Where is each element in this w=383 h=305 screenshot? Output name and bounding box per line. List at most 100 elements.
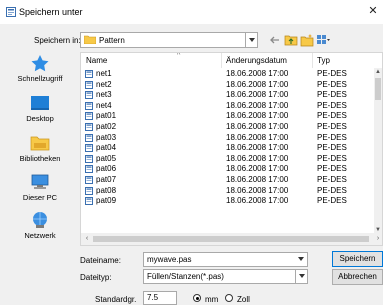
file-type: PE-DES bbox=[317, 111, 347, 121]
file-row[interactable]: pat06 18.06.2008 17:00 PE-DES bbox=[81, 164, 376, 175]
up-folder-icon[interactable] bbox=[284, 33, 298, 47]
pattern-file-icon bbox=[85, 197, 93, 206]
library-folder-icon bbox=[30, 134, 50, 152]
pattern-file-icon bbox=[85, 80, 93, 89]
file-name: pat02 bbox=[96, 121, 117, 131]
filename-value: mywave.pas bbox=[147, 255, 192, 264]
file-row[interactable]: pat03 18.06.2008 17:00 PE-DES bbox=[81, 133, 376, 144]
place-this-pc[interactable]: Dieser PC bbox=[2, 173, 78, 202]
place-label: Schnellzugriff bbox=[17, 74, 63, 83]
column-header-date[interactable]: Änderungsdatum bbox=[226, 56, 287, 65]
close-button[interactable]: ✕ bbox=[366, 4, 380, 18]
file-type: PE-DES bbox=[317, 164, 347, 174]
save-in-label: Speichern in: bbox=[34, 36, 81, 45]
file-name: pat03 bbox=[96, 132, 117, 142]
horizontal-scrollbar[interactable]: ‹ › bbox=[81, 233, 382, 245]
scroll-up-icon[interactable]: ▲ bbox=[374, 68, 382, 76]
file-row[interactable]: pat02 18.06.2008 17:00 PE-DES bbox=[81, 122, 376, 133]
place-network[interactable]: Netzwerk bbox=[2, 211, 78, 240]
file-date: 18.06.2008 17:00 bbox=[226, 196, 289, 206]
place-libraries[interactable]: Bibliotheken bbox=[2, 134, 78, 163]
column-divider[interactable] bbox=[221, 53, 222, 68]
file-type: PE-DES bbox=[317, 90, 347, 100]
file-type: PE-DES bbox=[317, 132, 347, 142]
back-arrow-icon[interactable] bbox=[268, 33, 282, 47]
scroll-left-icon[interactable]: ‹ bbox=[82, 233, 92, 245]
column-divider[interactable] bbox=[312, 53, 313, 68]
file-name: pat06 bbox=[96, 164, 117, 174]
file-row[interactable]: pat04 18.06.2008 17:00 PE-DES bbox=[81, 143, 376, 154]
file-name: pat07 bbox=[96, 174, 117, 184]
pattern-file-icon bbox=[85, 112, 93, 121]
radio-mm-label: mm bbox=[205, 295, 219, 304]
computer-icon bbox=[30, 173, 50, 191]
file-date: 18.06.2008 17:00 bbox=[226, 69, 289, 78]
scroll-right-icon[interactable]: › bbox=[373, 233, 382, 245]
scroll-thumb[interactable] bbox=[375, 78, 381, 100]
file-date: 18.06.2008 17:00 bbox=[226, 164, 289, 174]
file-type: PE-DES bbox=[317, 196, 347, 206]
file-date: 18.06.2008 17:00 bbox=[226, 153, 289, 163]
save-button[interactable]: Speichern bbox=[332, 251, 383, 267]
file-date: 18.06.2008 17:00 bbox=[226, 174, 289, 184]
radio-zoll[interactable] bbox=[225, 294, 233, 302]
filetype-label: Dateityp: bbox=[80, 273, 112, 282]
file-name: net2 bbox=[96, 79, 112, 89]
file-name: pat05 bbox=[96, 153, 117, 163]
star-icon bbox=[30, 54, 50, 72]
file-row[interactable]: pat09 18.06.2008 17:00 PE-DES bbox=[81, 196, 376, 207]
cancel-button[interactable]: Abbrechen bbox=[332, 269, 383, 285]
file-list[interactable]: ^ Name Änderungsdatum Typ net1 18.06.2008… bbox=[80, 52, 383, 246]
file-row[interactable]: net4 18.06.2008 17:00 PE-DES bbox=[81, 101, 376, 112]
scroll-thumb[interactable] bbox=[93, 236, 369, 242]
place-label: Netzwerk bbox=[24, 231, 56, 240]
file-date: 18.06.2008 17:00 bbox=[226, 121, 289, 131]
pattern-file-icon bbox=[85, 154, 93, 163]
radio-zoll-label: Zoll bbox=[237, 295, 250, 304]
file-name: pat09 bbox=[96, 196, 117, 206]
file-name: pat01 bbox=[96, 111, 117, 121]
file-date: 18.06.2008 17:00 bbox=[226, 90, 289, 100]
pattern-file-icon bbox=[85, 175, 93, 184]
file-row[interactable]: net1 18.06.2008 17:00 PE-DES bbox=[81, 69, 376, 80]
file-name: net4 bbox=[96, 100, 112, 110]
file-row[interactable]: pat05 18.06.2008 17:00 PE-DES bbox=[81, 154, 376, 165]
file-type: PE-DES bbox=[317, 185, 347, 195]
file-date: 18.06.2008 17:00 bbox=[226, 185, 289, 195]
place-label: Desktop bbox=[26, 114, 54, 123]
new-folder-icon[interactable] bbox=[300, 33, 314, 47]
vertical-scrollbar[interactable]: ▲ ▼ bbox=[374, 68, 382, 234]
window-title: Speichern unter bbox=[19, 7, 83, 17]
view-menu-icon[interactable] bbox=[316, 33, 330, 47]
column-header-type[interactable]: Typ bbox=[317, 56, 330, 65]
file-row[interactable]: net3 18.06.2008 17:00 PE-DES bbox=[81, 90, 376, 101]
file-type: PE-DES bbox=[317, 143, 347, 153]
file-row[interactable]: net2 18.06.2008 17:00 PE-DES bbox=[81, 80, 376, 91]
column-header-name[interactable]: Name bbox=[86, 56, 107, 65]
save-in-dropdown[interactable]: Pattern bbox=[80, 32, 258, 48]
standard-size-input[interactable]: 7.5 bbox=[143, 291, 177, 305]
pattern-file-icon bbox=[85, 91, 93, 100]
pattern-file-icon bbox=[85, 165, 93, 174]
file-name: net1 bbox=[96, 69, 112, 78]
sort-ascending-icon: ^ bbox=[177, 52, 181, 59]
column-header-row: ^ Name Änderungsdatum Typ bbox=[81, 52, 382, 68]
file-type: PE-DES bbox=[317, 100, 347, 110]
title-bar: Speichern unter ✕ bbox=[0, 0, 383, 24]
places-bar: Schnellzugriff Desktop Bibliotheken Dies… bbox=[2, 54, 78, 240]
chevron-down-icon bbox=[245, 33, 257, 47]
place-desktop[interactable]: Desktop bbox=[2, 94, 78, 123]
file-row[interactable]: pat08 18.06.2008 17:00 PE-DES bbox=[81, 186, 376, 197]
filename-input[interactable]: mywave.pas bbox=[143, 252, 308, 267]
filename-label: Dateiname: bbox=[80, 256, 121, 265]
standard-size-value: 7.5 bbox=[147, 293, 159, 302]
radio-mm[interactable] bbox=[193, 294, 201, 302]
file-row[interactable]: pat07 18.06.2008 17:00 PE-DES bbox=[81, 175, 376, 186]
chevron-down-icon[interactable] bbox=[295, 253, 307, 266]
app-icon bbox=[6, 7, 16, 17]
file-date: 18.06.2008 17:00 bbox=[226, 111, 289, 121]
place-quick-access[interactable]: Schnellzugriff bbox=[2, 54, 78, 83]
file-row[interactable]: pat01 18.06.2008 17:00 PE-DES bbox=[81, 111, 376, 122]
desktop-icon bbox=[30, 94, 50, 112]
filetype-dropdown[interactable]: Füllen/Stanzen(*.pas) bbox=[143, 269, 308, 284]
